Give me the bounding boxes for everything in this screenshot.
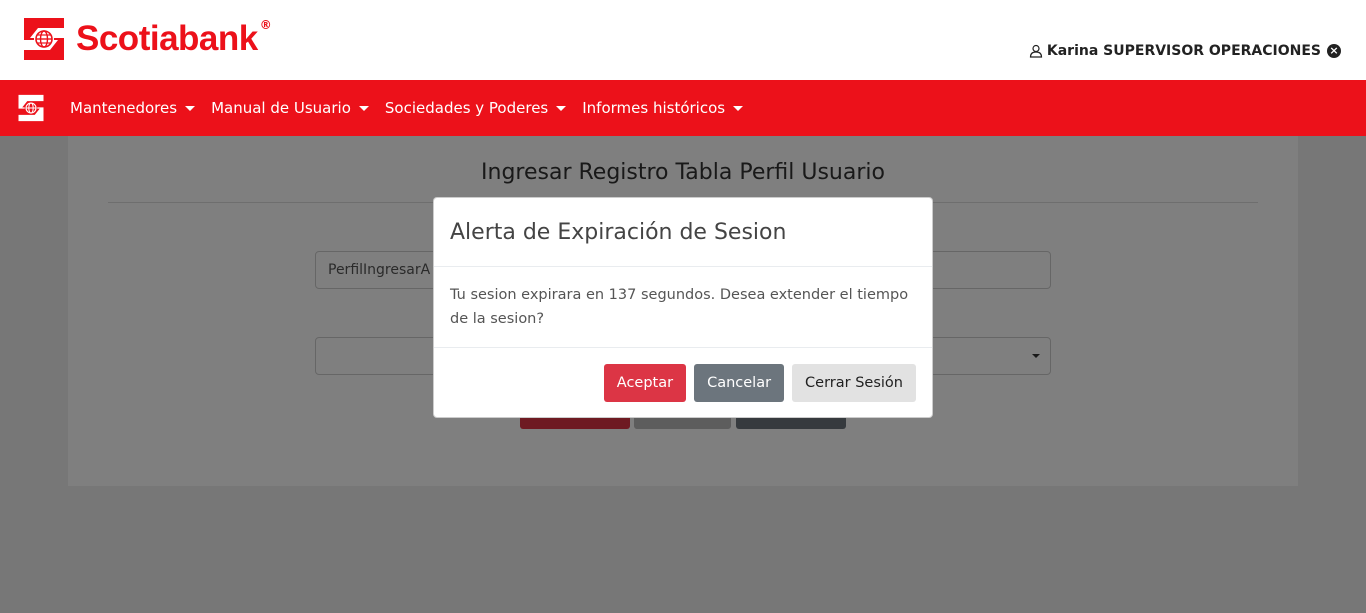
cancel-button[interactable]: Cancelar (694, 364, 785, 402)
scotiabank-logo[interactable]: Scotiabank ® (20, 14, 272, 64)
session-expiration-modal: Alerta de Expiración de Sesion Tu sesion… (433, 197, 933, 418)
nav-label: Mantenedores (70, 99, 178, 117)
user-menu[interactable]: Karina SUPERVISOR OPERACIONES × (1029, 43, 1341, 59)
modal-footer: Aceptar Cancelar Cerrar Sesión (434, 348, 932, 402)
nav-logo[interactable] (16, 91, 46, 125)
main-navbar: Mantenedores Manual de Usuario Sociedade… (0, 80, 1366, 136)
scotiabank-globe-icon (24, 18, 64, 60)
logout-button[interactable]: Cerrar Sesión (792, 364, 916, 402)
user-icon (1029, 44, 1042, 58)
nav-item-informes-historicos[interactable]: Informes históricos (582, 99, 744, 117)
nav-label: Sociedades y Poderes (384, 99, 549, 117)
nav-label: Informes históricos (582, 99, 726, 117)
user-name: Karina SUPERVISOR OPERACIONES (1046, 43, 1321, 59)
modal-title: Alerta de Expiración de Sesion (450, 219, 787, 245)
modal-body: Tu sesion expirara en 137 segundos. Dese… (434, 267, 932, 348)
scotiabank-nav-icon (18, 94, 44, 122)
logout-icon[interactable]: × (1327, 44, 1341, 58)
brand-name: Scotiabank (76, 19, 258, 58)
nav-item-manual-de-usuario[interactable]: Manual de Usuario (211, 99, 369, 117)
caret-down-icon (733, 105, 744, 111)
nav-item-sociedades-y-poderes[interactable]: Sociedades y Poderes (384, 99, 567, 117)
top-header: Scotiabank ® Karina SUPERVISOR OPERACION… (0, 0, 1366, 80)
caret-down-icon (185, 105, 196, 111)
caret-down-icon (556, 105, 567, 111)
nav-label: Manual de Usuario (211, 99, 351, 117)
registered-mark: ® (259, 18, 272, 32)
caret-down-icon (358, 105, 369, 111)
modal-header: Alerta de Expiración de Sesion (434, 198, 932, 267)
accept-button[interactable]: Aceptar (603, 364, 687, 402)
nav-item-mantenedores[interactable]: Mantenedores (70, 99, 196, 117)
